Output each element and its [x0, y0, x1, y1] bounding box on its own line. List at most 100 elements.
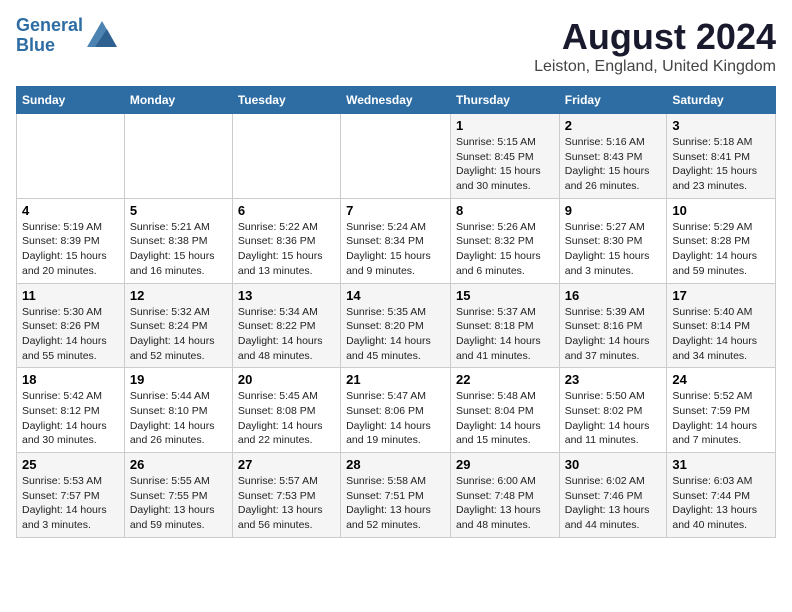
calendar-cell: 26 Sunrise: 5:55 AM Sunset: 7:55 PM Dayli… [124, 453, 232, 538]
calendar-week-row: 18Sunrise: 5:42 AM Sunset: 8:12 PM Dayli… [17, 368, 776, 453]
day-number: 30 [565, 457, 662, 472]
column-header-saturday: Saturday [667, 87, 776, 114]
day-info: Sunrise: 5:18 AM Sunset: 8:41 PM Dayligh… [672, 135, 770, 194]
day-number: 8 [456, 203, 554, 218]
day-info: Sunrise: 5:44 AM Sunset: 8:10 PM Dayligh… [130, 389, 227, 448]
page-subtitle: Leiston, England, United Kingdom [534, 58, 776, 76]
day-number: 16 [565, 288, 662, 303]
day-info: Sunrise: 5:24 AM Sunset: 8:34 PM Dayligh… [346, 220, 445, 279]
day-number: 6 [238, 203, 335, 218]
calendar-cell: 1Sunrise: 5:15 AM Sunset: 8:45 PM Daylig… [450, 114, 559, 199]
day-info: Sunrise: 5:26 AM Sunset: 8:32 PM Dayligh… [456, 220, 554, 279]
day-number: 14 [346, 288, 445, 303]
logo: General Blue [16, 16, 117, 56]
day-number: 4 [22, 203, 119, 218]
calendar-cell: 4 Sunrise: 5:19 AM Sunset: 8:39 PM Daylig… [17, 198, 125, 283]
calendar-cell: 12Sunrise: 5:32 AM Sunset: 8:24 PM Dayli… [124, 283, 232, 368]
calendar-cell: 6 Sunrise: 5:22 AM Sunset: 8:36 PM Daylig… [232, 198, 340, 283]
day-info: Sunrise: 5:55 AM Sunset: 7:55 PM Dayligh… [130, 474, 227, 533]
calendar-cell: 27 Sunrise: 5:57 AM Sunset: 7:53 PM Dayli… [232, 453, 340, 538]
day-number: 19 [130, 372, 227, 387]
calendar-cell: 30 Sunrise: 6:02 AM Sunset: 7:46 PM Dayli… [559, 453, 667, 538]
day-number: 26 [130, 457, 227, 472]
calendar-cell: 8 Sunrise: 5:26 AM Sunset: 8:32 PM Daylig… [450, 198, 559, 283]
calendar-cell: 17 Sunrise: 5:40 AM Sunset: 8:14 PM Dayli… [667, 283, 776, 368]
day-info: Sunrise: 5:37 AM Sunset: 8:18 PM Dayligh… [456, 305, 554, 364]
calendar-cell: 29 Sunrise: 6:00 AM Sunset: 7:48 PM Dayli… [450, 453, 559, 538]
day-info: Sunrise: 5:19 AM Sunset: 8:39 PM Dayligh… [22, 220, 119, 279]
day-number: 7 [346, 203, 445, 218]
title-block: August 2024 Leiston, England, United Kin… [534, 16, 776, 76]
day-info: Sunrise: 5:45 AM Sunset: 8:08 PM Dayligh… [238, 389, 335, 448]
day-info: Sunrise: 5:42 AM Sunset: 8:12 PM Dayligh… [22, 389, 119, 448]
page-title: August 2024 [534, 16, 776, 58]
logo-line1: General [16, 15, 83, 35]
day-info: Sunrise: 5:27 AM Sunset: 8:30 PM Dayligh… [565, 220, 662, 279]
day-info: Sunrise: 5:29 AM Sunset: 8:28 PM Dayligh… [672, 220, 770, 279]
calendar-cell: 31 Sunrise: 6:03 AM Sunset: 7:44 PM Dayli… [667, 453, 776, 538]
calendar-cell: 3 Sunrise: 5:18 AM Sunset: 8:41 PM Daylig… [667, 114, 776, 199]
page-header: General Blue August 2024 Leiston, Englan… [16, 16, 776, 76]
calendar-cell: 18Sunrise: 5:42 AM Sunset: 8:12 PM Dayli… [17, 368, 125, 453]
day-info: Sunrise: 5:52 AM Sunset: 7:59 PM Dayligh… [672, 389, 770, 448]
day-info: Sunrise: 5:35 AM Sunset: 8:20 PM Dayligh… [346, 305, 445, 364]
calendar-cell: 10 Sunrise: 5:29 AM Sunset: 8:28 PM Dayli… [667, 198, 776, 283]
day-number: 2 [565, 118, 662, 133]
day-number: 22 [456, 372, 554, 387]
calendar-cell: 22Sunrise: 5:48 AM Sunset: 8:04 PM Dayli… [450, 368, 559, 453]
column-header-tuesday: Tuesday [232, 87, 340, 114]
calendar-table: SundayMondayTuesdayWednesdayThursdayFrid… [16, 86, 776, 538]
calendar-cell: 19 Sunrise: 5:44 AM Sunset: 8:10 PM Dayli… [124, 368, 232, 453]
column-header-wednesday: Wednesday [341, 87, 451, 114]
day-info: Sunrise: 5:15 AM Sunset: 8:45 PM Dayligh… [456, 135, 554, 194]
day-info: Sunrise: 5:39 AM Sunset: 8:16 PM Dayligh… [565, 305, 662, 364]
day-info: Sunrise: 5:30 AM Sunset: 8:26 PM Dayligh… [22, 305, 119, 364]
day-number: 25 [22, 457, 119, 472]
day-info: Sunrise: 6:02 AM Sunset: 7:46 PM Dayligh… [565, 474, 662, 533]
calendar-cell: 5Sunrise: 5:21 AM Sunset: 8:38 PM Daylig… [124, 198, 232, 283]
calendar-cell: 25Sunrise: 5:53 AM Sunset: 7:57 PM Dayli… [17, 453, 125, 538]
day-number: 11 [22, 288, 119, 303]
calendar-cell: 28Sunrise: 5:58 AM Sunset: 7:51 PM Dayli… [341, 453, 451, 538]
day-number: 17 [672, 288, 770, 303]
day-number: 3 [672, 118, 770, 133]
day-number: 12 [130, 288, 227, 303]
day-info: Sunrise: 5:40 AM Sunset: 8:14 PM Dayligh… [672, 305, 770, 364]
calendar-cell [124, 114, 232, 199]
day-number: 31 [672, 457, 770, 472]
calendar-cell: 2 Sunrise: 5:16 AM Sunset: 8:43 PM Daylig… [559, 114, 667, 199]
calendar-cell [17, 114, 125, 199]
calendar-week-row: 4 Sunrise: 5:19 AM Sunset: 8:39 PM Daylig… [17, 198, 776, 283]
calendar-cell: 21Sunrise: 5:47 AM Sunset: 8:06 PM Dayli… [341, 368, 451, 453]
day-info: Sunrise: 6:03 AM Sunset: 7:44 PM Dayligh… [672, 474, 770, 533]
column-header-friday: Friday [559, 87, 667, 114]
calendar-cell: 13Sunrise: 5:34 AM Sunset: 8:22 PM Dayli… [232, 283, 340, 368]
day-info: Sunrise: 5:58 AM Sunset: 7:51 PM Dayligh… [346, 474, 445, 533]
day-number: 21 [346, 372, 445, 387]
day-info: Sunrise: 5:50 AM Sunset: 8:02 PM Dayligh… [565, 389, 662, 448]
day-info: Sunrise: 5:22 AM Sunset: 8:36 PM Dayligh… [238, 220, 335, 279]
day-number: 29 [456, 457, 554, 472]
calendar-cell [341, 114, 451, 199]
logo-text: General Blue [16, 16, 83, 56]
calendar-cell: 15 Sunrise: 5:37 AM Sunset: 8:18 PM Dayli… [450, 283, 559, 368]
column-header-thursday: Thursday [450, 87, 559, 114]
calendar-cell [232, 114, 340, 199]
day-number: 20 [238, 372, 335, 387]
day-info: Sunrise: 5:16 AM Sunset: 8:43 PM Dayligh… [565, 135, 662, 194]
day-number: 10 [672, 203, 770, 218]
calendar-cell: 7 Sunrise: 5:24 AM Sunset: 8:34 PM Daylig… [341, 198, 451, 283]
day-number: 9 [565, 203, 662, 218]
calendar-cell: 23 Sunrise: 5:50 AM Sunset: 8:02 PM Dayli… [559, 368, 667, 453]
day-number: 27 [238, 457, 335, 472]
column-header-monday: Monday [124, 87, 232, 114]
logo-line2: Blue [16, 35, 55, 55]
calendar-cell: 24Sunrise: 5:52 AM Sunset: 7:59 PM Dayli… [667, 368, 776, 453]
day-number: 15 [456, 288, 554, 303]
day-number: 23 [565, 372, 662, 387]
calendar-week-row: 25Sunrise: 5:53 AM Sunset: 7:57 PM Dayli… [17, 453, 776, 538]
logo-icon [87, 21, 117, 47]
calendar-cell: 14 Sunrise: 5:35 AM Sunset: 8:20 PM Dayli… [341, 283, 451, 368]
day-info: Sunrise: 5:57 AM Sunset: 7:53 PM Dayligh… [238, 474, 335, 533]
day-info: Sunrise: 6:00 AM Sunset: 7:48 PM Dayligh… [456, 474, 554, 533]
